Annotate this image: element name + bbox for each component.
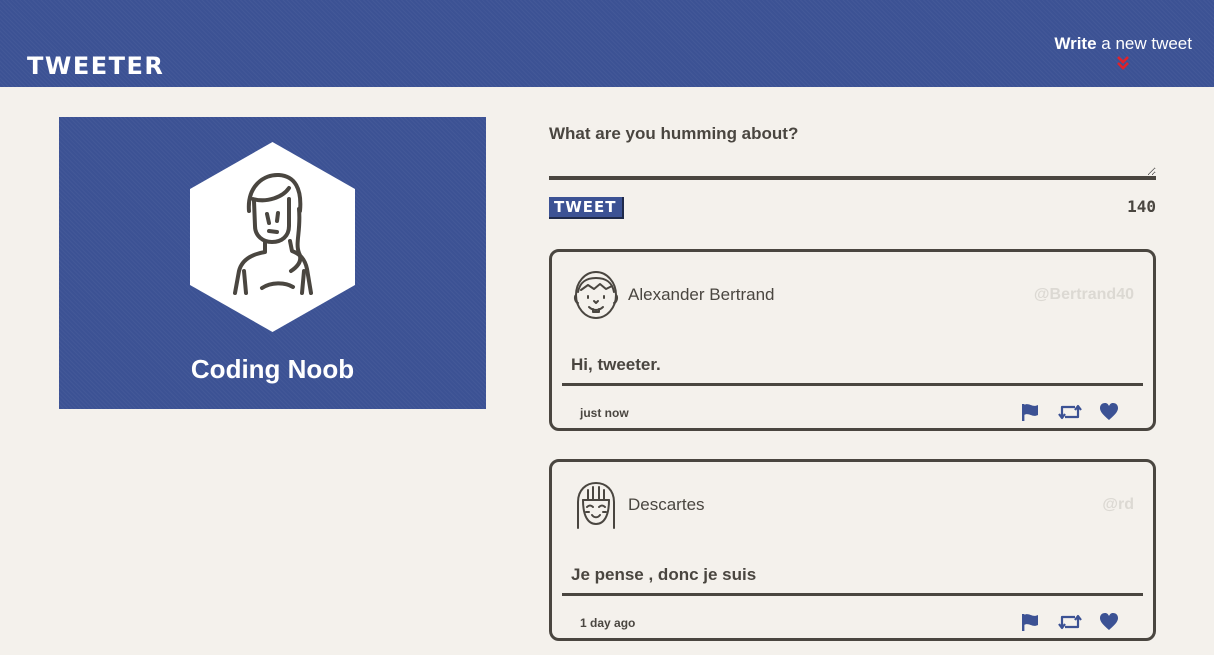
tweet-actions [1007,612,1119,634]
tweet-timestamp: 1 day ago [580,616,636,630]
write-new-tweet-label: Write a new tweet [1054,34,1192,54]
tweet-timestamp: just now [580,406,629,420]
write-label-rest: a new tweet [1096,34,1192,53]
tweet-author-name: Alexander Bertrand [628,285,775,304]
tweet-actions [1007,402,1119,424]
flag-icon[interactable] [1020,612,1040,632]
tweet-author-name: Descartes [628,495,705,514]
tweet-card: Alexander Bertrand @Bertrand40 Hi, tweet… [549,249,1156,431]
profile-name: Coding Noob [190,354,355,384]
write-new-tweet-link[interactable]: Write a new tweet [1054,34,1192,71]
tweet-text: Je pense , donc je suis [571,565,757,584]
boy-avatar-icon [573,271,619,319]
character-counter: 140 [1127,197,1156,216]
compose-box: TWEET 140 [549,124,1156,220]
retweet-icon[interactable] [1057,402,1082,422]
top-navbar: TWEETER Write a new tweet [0,0,1214,87]
tweet-text: Hi, tweeter. [571,355,661,374]
profile-card: Coding Noob [59,117,486,409]
flag-icon[interactable] [1020,402,1040,422]
retweet-icon[interactable] [1057,612,1082,632]
tweet-card: Descartes @rd Je pense , donc je suis 1 … [549,459,1156,641]
heart-icon[interactable] [1099,402,1119,422]
tweet-author-handle: @rd [1102,496,1134,513]
tweet-author-handle: @Bertrand40 [1033,286,1134,303]
tweet-input[interactable] [549,124,1156,180]
girl-avatar-icon [577,482,615,529]
tweet-divider [562,593,1143,596]
double-chevron-down-icon[interactable] [1116,55,1130,71]
heart-icon[interactable] [1099,612,1119,632]
brand-logo[interactable]: TWEETER [27,52,164,80]
compose-controls: TWEET 140 [549,180,1156,220]
tweet-divider [562,383,1143,386]
tweet-button[interactable]: TWEET [549,197,624,219]
write-label-strong: Write [1054,34,1097,53]
woman-avatar-icon [190,142,355,332]
